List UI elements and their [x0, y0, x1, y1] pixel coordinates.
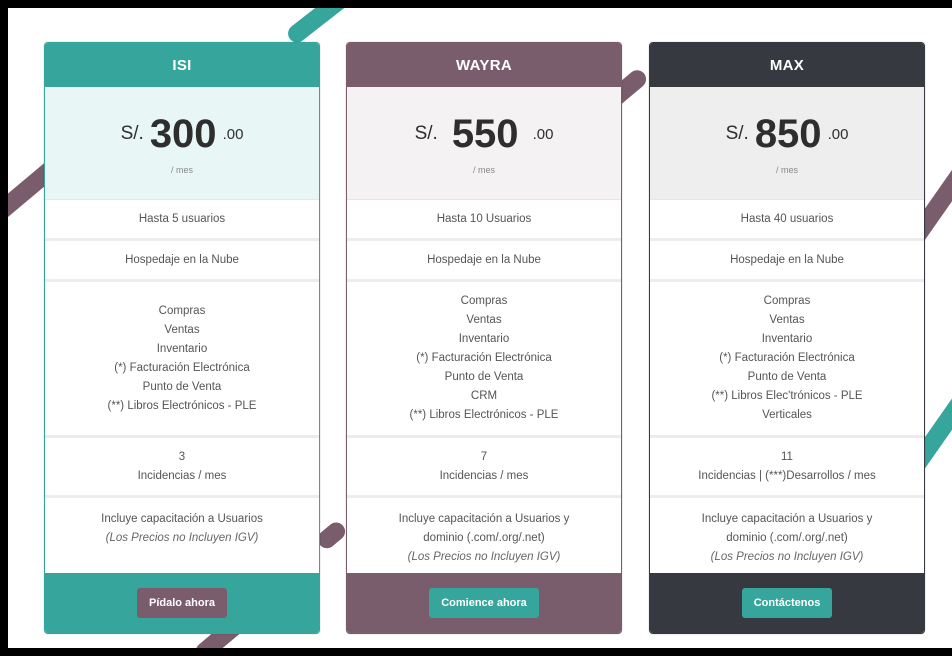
screenshot-frame: ISI S/. 300 .00 / mes Hasta 5 usuarios H… — [0, 0, 952, 656]
feature-item: Inventario — [761, 333, 813, 345]
feature-users: Hasta 5 usuarios — [45, 200, 319, 241]
feature-item: Punto de Venta — [142, 380, 222, 393]
feature-item: CRM — [470, 390, 498, 402]
incidents-count: 7 — [480, 450, 488, 463]
incidents-label: Incidencias / mes — [137, 469, 227, 482]
feature-item: Punto de Venta — [747, 371, 827, 383]
users-text: Hasta 10 Usuarios — [436, 212, 532, 225]
hosting-text: Hospedaje en la Nube — [427, 253, 541, 266]
feature-hosting: Hospedaje en la Nube — [650, 241, 924, 282]
users-text: Hasta 5 usuarios — [138, 212, 226, 225]
feature-hosting: Hospedaje en la Nube — [45, 241, 319, 282]
feature-item: Ventas — [164, 323, 200, 336]
feature-item: (*) Facturación Electrónica — [416, 352, 552, 364]
feature-hosting: Hospedaje en la Nube — [347, 241, 621, 282]
feature-users: Hasta 40 usuarios — [650, 200, 924, 241]
feature-training: Incluye capacitación a Usuarios y domini… — [347, 498, 621, 576]
training-text: Incluye capacitación a Usuarios y — [398, 513, 570, 525]
igv-note: (Los Precios no Incluyen IGV) — [710, 551, 864, 563]
feature-item: Compras — [460, 295, 508, 307]
contact-us-button[interactable]: Contáctenos — [741, 588, 833, 618]
feature-item: (**) Libros Elec'trónicos - PLE — [711, 390, 863, 402]
plan-card-isi: ISI S/. 300 .00 / mes Hasta 5 usuarios H… — [44, 42, 320, 634]
training-text: Incluye capacitación a Usuarios — [101, 513, 263, 525]
plan-title: ISI — [45, 43, 319, 87]
feature-item: Compras — [158, 304, 206, 317]
pricing-section: ISI S/. 300 .00 / mes Hasta 5 usuarios H… — [8, 8, 952, 648]
training-text: Incluye capacitación a Usuarios y — [701, 513, 873, 525]
price-currency: S/. — [725, 123, 749, 144]
feature-training: Incluye capacitación a Usuarios y domini… — [650, 498, 924, 576]
feature-item: (*) Facturación Electrónica — [719, 352, 855, 364]
feature-item: Punto de Venta — [444, 371, 524, 383]
feature-incidents: 3 Incidencias / mes — [45, 438, 319, 498]
feature-users: Hasta 10 Usuarios — [347, 200, 621, 241]
price-decimals: .00 — [222, 125, 244, 143]
feature-list: Compras Ventas Inventario (*) Facturació… — [45, 282, 319, 438]
card-footer: Pídalo ahora — [45, 573, 319, 633]
feature-item: (*) Facturación Electrónica — [114, 361, 250, 374]
feature-item: Inventario — [458, 333, 510, 345]
price: S/. 550 .00 — [415, 112, 554, 157]
incidents-label: Incidencias / mes — [439, 469, 529, 482]
feature-item: (**) Libros Electrónicos - PLE — [107, 399, 257, 412]
bg-stripe-teal-top — [284, 8, 367, 47]
incidents-count: 11 — [781, 450, 793, 463]
feature-item: Compras — [763, 295, 811, 307]
feature-incidents: 11 Incidencias | (***)Desarrollos / mes — [650, 438, 924, 498]
card-footer: Comience ahora — [347, 573, 621, 633]
price-box: S/. 550 .00 / mes — [347, 87, 621, 200]
hosting-text: Hospedaje en la Nube — [730, 253, 844, 266]
price-amount: 550 — [451, 111, 519, 156]
price-amount: 300 — [149, 111, 217, 156]
feature-item: Ventas — [769, 314, 805, 326]
plan-title: MAX — [650, 43, 924, 87]
feature-incidents: 7 Incidencias / mes — [347, 438, 621, 498]
feature-item: (**) Libros Electrónicos - PLE — [409, 409, 559, 421]
price-box: S/. 850 .00 / mes — [650, 87, 924, 200]
hosting-text: Hospedaje en la Nube — [125, 253, 239, 266]
incidents-label: Incidencias | (***)Desarrollos / mes — [698, 469, 876, 482]
feature-item: Verticales — [762, 409, 812, 421]
plan-title: WAYRA — [347, 43, 621, 87]
price-period: / mes — [170, 164, 193, 175]
training-domain: dominio (.com/.org/.net) — [726, 532, 848, 544]
price-box: S/. 300 .00 / mes — [45, 87, 319, 200]
feature-list: Compras Ventas Inventario (*) Facturació… — [347, 282, 621, 438]
price-decimals: .00 — [827, 125, 849, 143]
price-period: / mes — [472, 164, 495, 175]
price: S/. 850 .00 — [726, 112, 849, 157]
feature-training: Incluye capacitación a Usuarios (Los Pre… — [45, 498, 319, 576]
users-text: Hasta 40 usuarios — [740, 212, 834, 225]
price-period: / mes — [775, 164, 798, 175]
price-currency: S/. — [414, 123, 438, 144]
feature-list: Compras Ventas Inventario (*) Facturació… — [650, 282, 924, 438]
plan-card-max: MAX S/. 850 .00 / mes Hasta 40 usuarios … — [649, 42, 925, 634]
feature-item: Inventario — [156, 342, 208, 355]
start-now-button[interactable]: Comience ahora — [429, 588, 539, 618]
price-amount: 850 — [754, 111, 822, 156]
card-footer: Contáctenos — [650, 573, 924, 633]
price: S/. 300 .00 — [121, 112, 244, 157]
igv-note: (Los Precios no Incluyen IGV) — [407, 551, 561, 563]
incidents-count: 3 — [178, 450, 186, 463]
feature-item: Ventas — [466, 314, 502, 326]
training-domain: dominio (.com/.org/.net) — [423, 532, 545, 544]
igv-note: (Los Precios no Incluyen IGV) — [105, 532, 259, 544]
price-decimals: .00 — [532, 125, 554, 143]
price-currency: S/. — [120, 123, 144, 144]
order-now-button[interactable]: Pídalo ahora — [136, 588, 228, 618]
plan-card-wayra: WAYRA S/. 550 .00 / mes Hasta 10 Usuario… — [346, 42, 622, 634]
